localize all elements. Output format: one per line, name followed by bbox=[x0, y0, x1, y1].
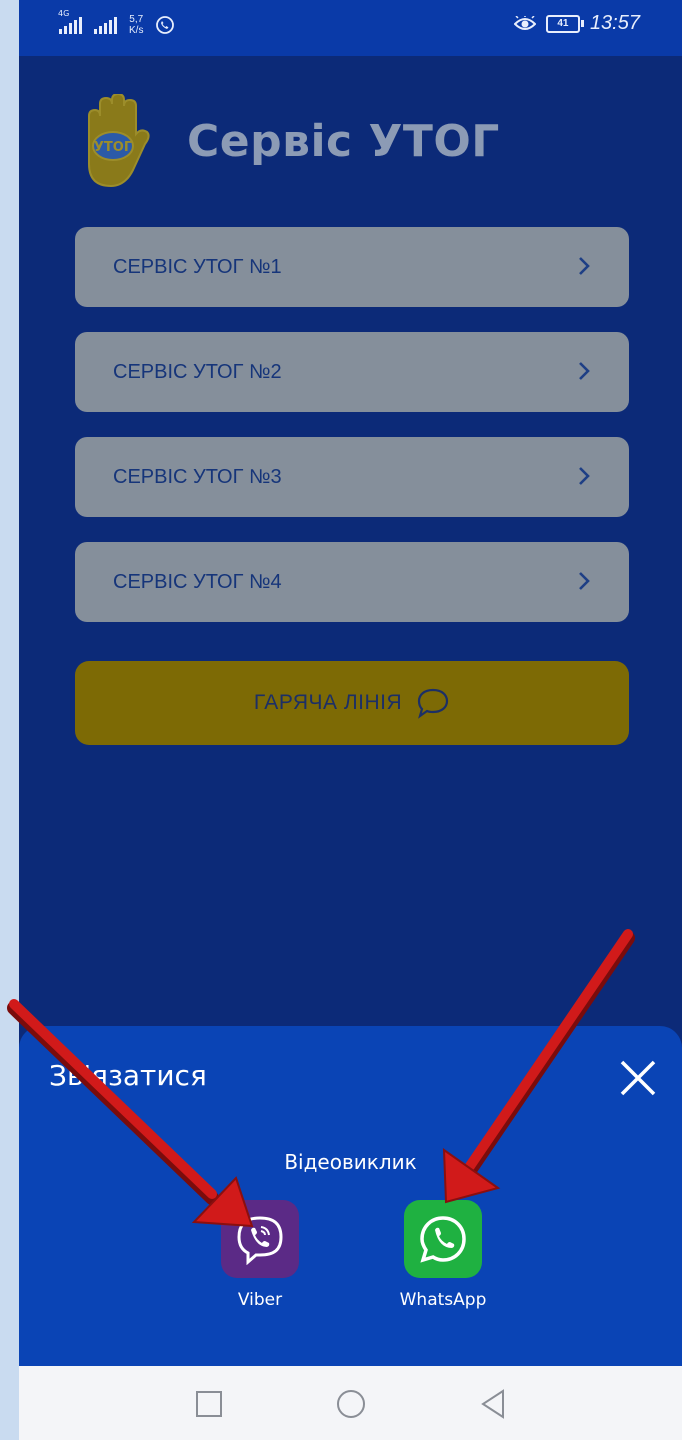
whatsapp-option[interactable]: WhatsApp bbox=[383, 1200, 503, 1310]
app-title: Сервіс УТОГ bbox=[187, 116, 500, 167]
viber-label: Viber bbox=[237, 1290, 283, 1310]
home-circle-icon[interactable] bbox=[335, 1388, 367, 1420]
service-label: СЕРВІС УТОГ №1 bbox=[113, 255, 282, 278]
sheet-subtitle: Відеовиклик bbox=[284, 1150, 417, 1174]
whatsapp-label: WhatsApp bbox=[399, 1290, 487, 1310]
chevron-right-icon bbox=[579, 257, 590, 275]
battery-icon: 41 bbox=[545, 14, 584, 33]
service-button-4[interactable]: СЕРВІС УТОГ №4 bbox=[75, 542, 629, 622]
chat-bubble-icon bbox=[418, 688, 449, 719]
clock: 13:57 bbox=[589, 12, 640, 34]
viber-option[interactable]: Viber bbox=[200, 1200, 320, 1310]
recents-square-icon[interactable] bbox=[193, 1388, 225, 1420]
service-label: СЕРВІС УТОГ №2 bbox=[113, 360, 282, 383]
close-icon[interactable] bbox=[618, 1058, 658, 1098]
chevron-right-icon bbox=[579, 572, 590, 590]
viber-notification-icon bbox=[156, 16, 175, 34]
network-speed: 5,7 K/s bbox=[129, 14, 144, 36]
chevron-right-icon bbox=[579, 362, 590, 380]
service-label: СЕРВІС УТОГ №4 bbox=[113, 570, 282, 593]
chevron-right-icon bbox=[579, 467, 590, 485]
contact-sheet: Зв'язатися Відеовиклик Viber WhatsApp bbox=[19, 1026, 682, 1366]
phone-screen: 4G 5,7 K/s 41 13:57 УТОГ Сервіс УТОГ СЕР… bbox=[19, 0, 682, 1440]
signal-icon-2 bbox=[94, 16, 117, 34]
eye-icon bbox=[513, 15, 536, 30]
whatsapp-icon bbox=[404, 1200, 482, 1278]
app-content: УТОГ Сервіс УТОГ СЕРВІС УТОГ №1 СЕРВІС У… bbox=[19, 56, 682, 1056]
system-nav-bar bbox=[19, 1366, 682, 1440]
service-button-3[interactable]: СЕРВІС УТОГ №3 bbox=[75, 437, 629, 517]
status-left: 4G 5,7 K/s bbox=[58, 10, 175, 36]
back-triangle-icon[interactable] bbox=[477, 1388, 509, 1420]
utog-logo: УТОГ bbox=[88, 94, 150, 188]
svg-text:УТОГ: УТОГ bbox=[94, 140, 132, 155]
service-label: СЕРВІС УТОГ №3 bbox=[113, 465, 282, 488]
service-button-2[interactable]: СЕРВІС УТОГ №2 bbox=[75, 332, 629, 412]
hotline-label: ГАРЯЧА ЛІНІЯ bbox=[253, 691, 403, 714]
signal-icon: 4G bbox=[58, 10, 82, 34]
status-bar: 4G 5,7 K/s 41 13:57 bbox=[19, 0, 682, 56]
service-button-1[interactable]: СЕРВІС УТОГ №1 bbox=[75, 227, 629, 307]
sheet-title: Зв'язатися bbox=[49, 1059, 207, 1092]
status-right: 41 13:57 bbox=[513, 12, 640, 35]
hotline-button[interactable]: ГАРЯЧА ЛІНІЯ bbox=[75, 661, 629, 745]
viber-icon bbox=[221, 1200, 299, 1278]
